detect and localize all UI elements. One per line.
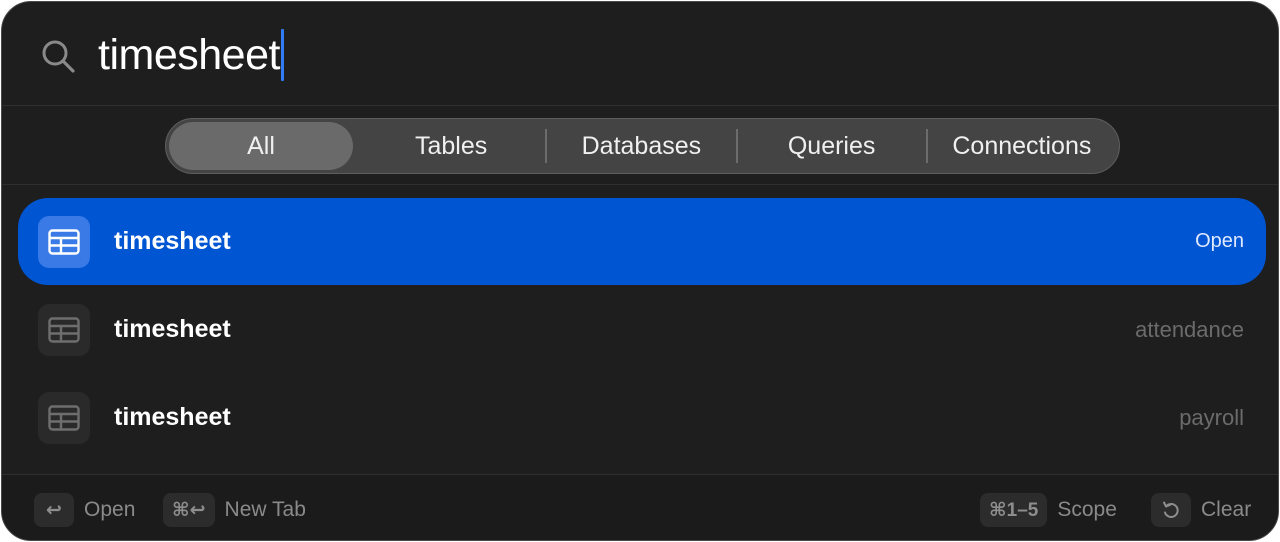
tab-connections-label: Connections <box>952 131 1092 160</box>
search-query: timesheet <box>98 30 280 79</box>
hint-open-label: Open <box>84 498 136 521</box>
filter-bar: All Tables Databases Queries Connections <box>2 107 1278 185</box>
tab-tables[interactable]: Tables <box>357 122 545 170</box>
hint-open[interactable]: ↩ Open <box>34 493 135 527</box>
list-item[interactable]: timesheet attendance <box>18 286 1266 373</box>
command-return-key-icon: ⌘↩ <box>163 493 215 527</box>
result-database: payroll <box>1179 404 1244 430</box>
hint-scope[interactable]: ⌘1–5 Scope <box>980 493 1117 527</box>
tab-databases[interactable]: Databases <box>547 122 735 170</box>
tab-all[interactable]: All <box>169 122 353 170</box>
tab-tables-label: Tables <box>414 131 488 160</box>
table-icon <box>38 216 90 268</box>
tab-queries-label: Queries <box>787 131 876 160</box>
table-icon <box>38 392 90 444</box>
hint-new-tab-label: New Tab <box>224 498 306 521</box>
tab-all-label: All <box>247 131 275 160</box>
result-title: timesheet <box>114 227 231 255</box>
hint-clear-label: Clear <box>1201 498 1252 521</box>
scope-shortcut-key: ⌘1–5 <box>980 493 1048 527</box>
undo-icon <box>1151 493 1191 527</box>
result-database: attendance <box>1135 316 1244 342</box>
list-item[interactable]: timesheet Open <box>18 198 1266 285</box>
scope-segmented-control: All Tables Databases Queries Connections <box>165 118 1120 174</box>
table-icon <box>38 304 90 356</box>
search-bar: timesheet <box>2 2 1278 106</box>
result-title: timesheet <box>114 403 231 431</box>
command-palette: timesheet All Tables Databases Queries C… <box>1 1 1279 541</box>
footer-hints: ↩ Open ⌘↩ New Tab ⌘1–5 Scope Clear <box>2 474 1278 540</box>
tab-connections[interactable]: Connections <box>928 122 1116 170</box>
hint-clear[interactable]: Clear <box>1151 493 1251 527</box>
text-caret <box>280 29 284 81</box>
search-input[interactable]: timesheet <box>98 26 284 84</box>
tab-databases-label: Databases <box>581 131 702 160</box>
result-title: timesheet <box>114 315 231 343</box>
search-icon <box>42 40 75 73</box>
hint-new-tab[interactable]: ⌘↩ New Tab <box>163 493 306 527</box>
list-item[interactable]: timesheet payroll <box>18 374 1266 461</box>
result-action-open: Open <box>1195 230 1244 252</box>
tab-queries[interactable]: Queries <box>738 122 926 170</box>
return-key-icon: ↩ <box>34 493 74 527</box>
hint-scope-label: Scope <box>1057 498 1117 521</box>
